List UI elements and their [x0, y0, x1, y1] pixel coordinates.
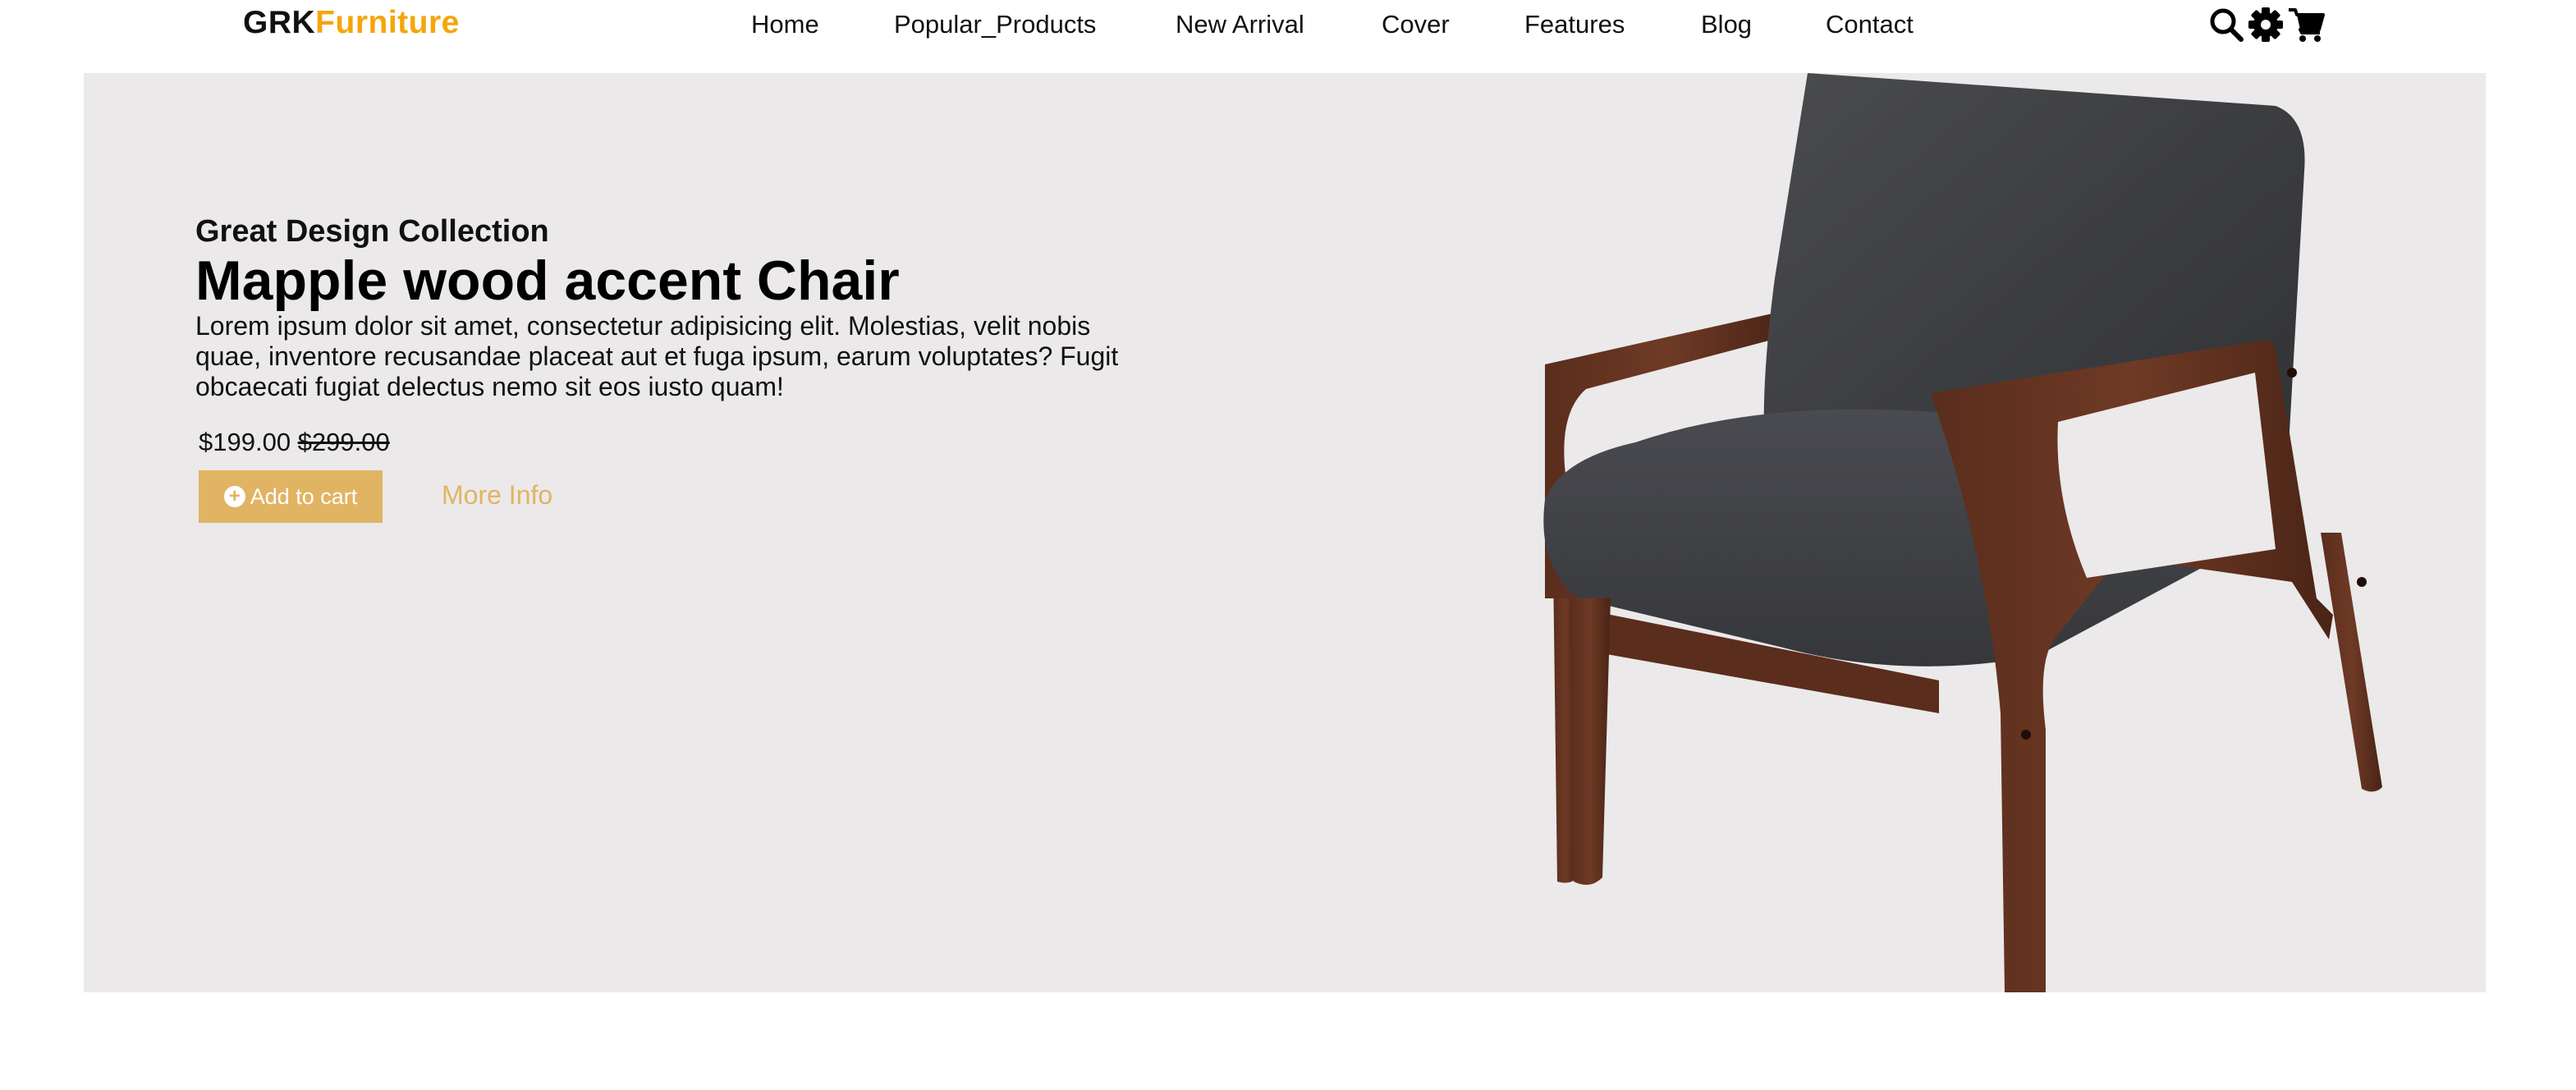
gear-icon[interactable]: [2246, 5, 2285, 44]
old-price: $299.00: [297, 428, 390, 456]
nav-popular-products[interactable]: Popular_Products: [894, 10, 1096, 39]
cart-icon[interactable]: [2287, 5, 2326, 44]
add-to-cart-button[interactable]: + Add to cart: [199, 470, 383, 523]
nav-cover[interactable]: Cover: [1382, 10, 1450, 39]
hero-subtitle: Great Design Collection: [195, 214, 549, 249]
more-info-link[interactable]: More Info: [442, 480, 552, 511]
accent-chair-image: [1543, 73, 2382, 992]
site-header: GRKFurniture Home Popular_Products New A…: [0, 0, 2576, 73]
nav-blog[interactable]: Blog: [1701, 10, 1752, 39]
hero-section: Great Design Collection Mapple wood acce…: [84, 73, 2486, 992]
nav-home[interactable]: Home: [751, 10, 819, 39]
plus-circle-icon: +: [223, 486, 245, 507]
add-to-cart-label: Add to cart: [250, 483, 358, 509]
nav-features[interactable]: Features: [1524, 10, 1625, 39]
nav-contact[interactable]: Contact: [1826, 10, 1914, 39]
hero-description: Lorem ipsum dolor sit amet, consectetur …: [195, 311, 1119, 401]
brand-name-part2: Furniture: [315, 5, 460, 40]
hero-title: Mapple wood accent Chair: [195, 250, 900, 312]
price-block: $199.00 $299.00: [199, 428, 390, 457]
current-price: $199.00: [199, 428, 291, 456]
brand-name-part1: GRK: [243, 5, 316, 40]
brand-logo[interactable]: GRKFurniture: [243, 5, 460, 41]
nav-new-arrival[interactable]: New Arrival: [1176, 10, 1304, 39]
search-icon[interactable]: [2207, 5, 2246, 44]
